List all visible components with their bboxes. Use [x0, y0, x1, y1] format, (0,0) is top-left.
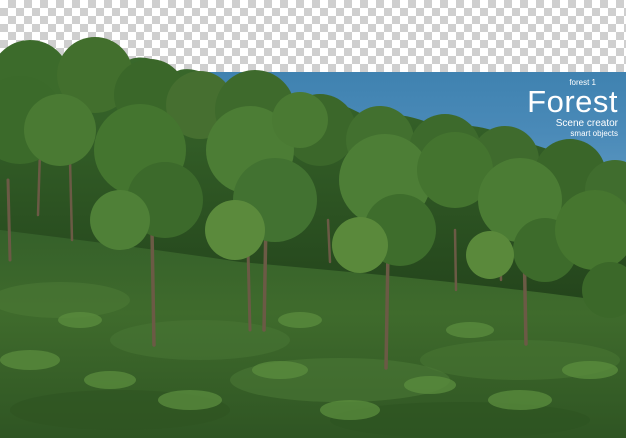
forest-illustration [0, 37, 626, 438]
scene-creator-text: Scene creator [555, 118, 618, 129]
forest-scene-image: forest 1 Forest Scene creator smart obje… [0, 0, 626, 438]
smart-objects-text: smart objects [570, 129, 618, 138]
title-text: Forest [527, 84, 618, 119]
title-overlay: forest 1 Forest Scene creator smart obje… [527, 78, 618, 138]
